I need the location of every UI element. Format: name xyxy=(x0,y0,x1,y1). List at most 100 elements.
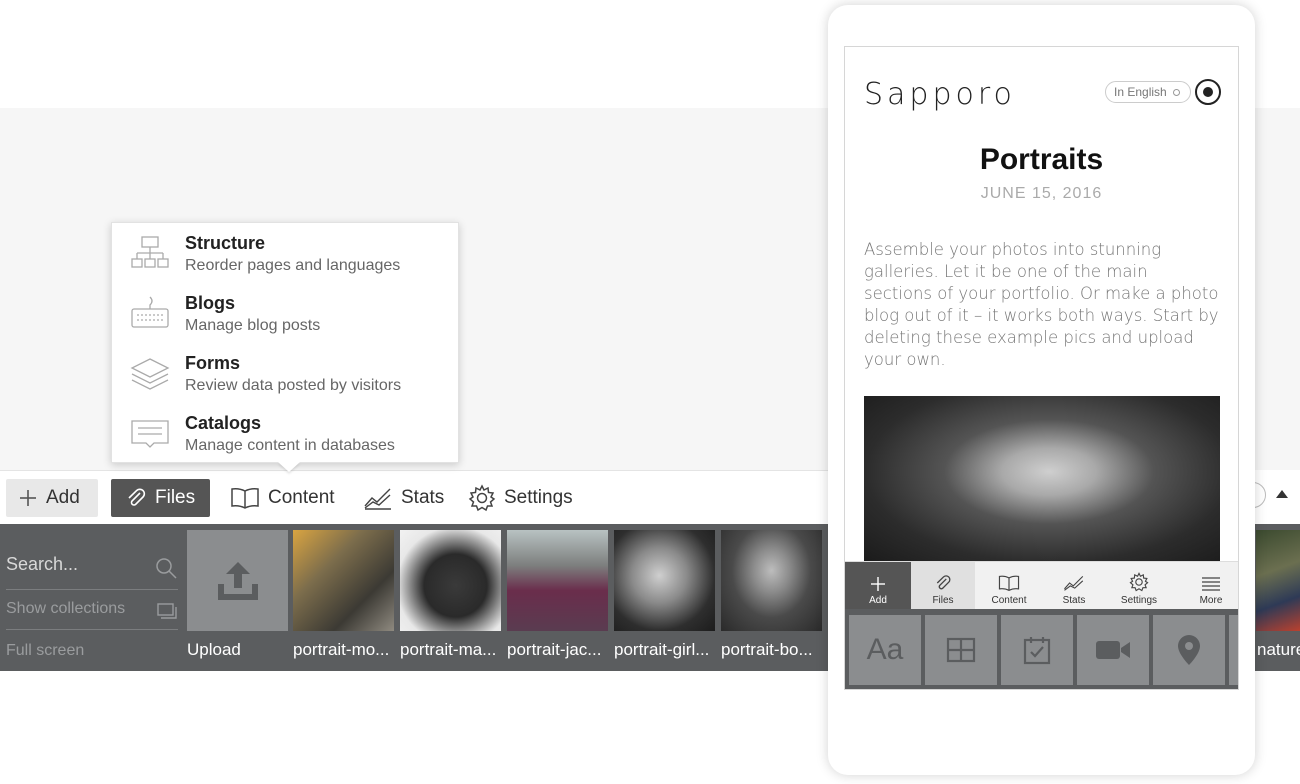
search-icon xyxy=(156,558,177,579)
editor-stage: Structure Reorder pages and languages Bl… xyxy=(0,0,1300,784)
add-button[interactable]: Add xyxy=(6,479,98,517)
file-thumbnail[interactable] xyxy=(400,530,501,631)
search-input[interactable]: Search... xyxy=(6,554,178,590)
add-label: Add xyxy=(46,487,80,508)
post-body: Assemble your photos into stunning galle… xyxy=(864,240,1219,369)
menu-item-title: Catalogs xyxy=(185,413,262,433)
post-photo xyxy=(864,396,1220,564)
video-camera-icon xyxy=(1096,641,1130,659)
menu-item-catalogs[interactable]: Catalogs Manage content in databases xyxy=(112,403,458,463)
keyboard-icon xyxy=(131,296,169,328)
phone-element-tray: Aa xyxy=(845,609,1238,689)
collapse-arrow-icon[interactable] xyxy=(1276,490,1288,498)
collections-icon xyxy=(157,603,177,619)
content-label: Content xyxy=(268,487,335,508)
file-thumbnail[interactable] xyxy=(293,530,394,631)
text-element-tile[interactable]: Aa xyxy=(849,615,921,685)
menu-item-forms[interactable]: Forms Review data posted by visitors xyxy=(112,343,458,403)
settings-button[interactable]: Settings xyxy=(468,479,573,517)
layers-icon xyxy=(130,358,170,390)
text-element-label: Aa xyxy=(866,633,904,666)
file-name: portrait-ma... xyxy=(400,640,497,659)
file-name: portrait-girl... xyxy=(614,640,710,659)
menu-item-subtitle: Review data posted by visitors xyxy=(185,377,402,394)
menu-lines-icon xyxy=(1202,577,1220,591)
show-collections-toggle[interactable]: Show collections xyxy=(6,600,178,630)
phone-more-label: More xyxy=(1199,595,1223,606)
paperclip-icon xyxy=(936,575,951,590)
stats-label: Stats xyxy=(401,487,445,508)
plus-icon xyxy=(871,577,885,591)
file-thumbnail[interactable] xyxy=(721,530,822,631)
paperclip-icon xyxy=(128,488,146,506)
file-thumbnail[interactable] xyxy=(507,530,608,631)
sitemap-icon xyxy=(131,236,169,268)
menu-item-structure[interactable]: Structure Reorder pages and languages xyxy=(112,223,458,283)
post-date: JUNE 15, 2016 xyxy=(980,185,1103,202)
phone-add-button[interactable]: Add xyxy=(845,562,911,610)
map-pin-icon xyxy=(1178,635,1200,665)
menu-item-subtitle: Reorder pages and languages xyxy=(185,257,401,274)
phone-files-button[interactable]: Files xyxy=(911,562,975,610)
file-name: portrait-mo... xyxy=(293,640,390,659)
language-switcher[interactable]: In English xyxy=(1105,81,1191,103)
calendar-check-icon xyxy=(1023,637,1051,665)
phone-preview: Sapporo In English Portraits JUNE 15, 20… xyxy=(828,5,1255,775)
language-label: In English xyxy=(1114,85,1167,99)
stats-chart-icon xyxy=(364,488,391,510)
main-toolbar: Add Files Content Stats Settings xyxy=(0,470,830,524)
files-label: Files xyxy=(155,487,196,508)
phone-content-button[interactable]: Content xyxy=(977,562,1041,610)
grid-icon xyxy=(946,637,976,663)
video-element-tile[interactable] xyxy=(1077,615,1149,685)
file-name: portrait-jac... xyxy=(507,640,602,659)
element-tile-overflow[interactable] xyxy=(1229,615,1238,685)
phone-screen: Sapporo In English Portraits JUNE 15, 20… xyxy=(844,46,1239,690)
record-icon[interactable] xyxy=(1195,79,1221,105)
search-placeholder: Search... xyxy=(6,554,79,574)
content-dropdown-menu: Structure Reorder pages and languages Bl… xyxy=(111,222,459,463)
phone-settings-label: Settings xyxy=(1120,595,1158,606)
phone-stats-button[interactable]: Stats xyxy=(1042,562,1106,610)
gallery-element-tile[interactable] xyxy=(925,615,997,685)
phone-content-label: Content xyxy=(991,595,1027,606)
phone-toolbar: Add Files Content Stats Settings More xyxy=(845,561,1238,610)
show-collections-label: Show collections xyxy=(6,600,126,617)
phone-more-button[interactable]: More xyxy=(1179,562,1238,610)
phone-settings-button[interactable]: Settings xyxy=(1107,562,1171,610)
file-name: portrait-bo... xyxy=(721,640,813,659)
menu-item-title: Blogs xyxy=(185,293,236,313)
full-screen-label: Full screen xyxy=(6,642,85,659)
catalog-card-icon xyxy=(131,420,169,448)
open-book-icon xyxy=(231,488,259,509)
file-thumbnail[interactable] xyxy=(614,530,715,631)
menu-item-subtitle: Manage content in databases xyxy=(185,437,395,454)
map-element-tile[interactable] xyxy=(1153,615,1225,685)
post-title: Portraits xyxy=(979,143,1104,176)
menu-item-title: Structure xyxy=(185,233,266,253)
content-button[interactable]: Content xyxy=(230,479,335,517)
upload-icon xyxy=(217,561,258,600)
menu-item-subtitle: Manage blog posts xyxy=(185,317,321,334)
gear-icon xyxy=(1129,572,1149,592)
full-screen-link[interactable]: Full screen xyxy=(6,642,178,660)
stats-button[interactable]: Stats xyxy=(363,479,444,517)
file-sidebar: Search... Show collections Full screen xyxy=(0,524,186,671)
phone-stats-label: Stats xyxy=(1062,595,1086,606)
stats-chart-icon xyxy=(1064,576,1084,591)
file-name: nature xyxy=(1257,640,1300,659)
file-thumbnail[interactable] xyxy=(1256,530,1300,631)
plus-icon xyxy=(20,490,36,506)
menu-item-title: Forms xyxy=(185,353,241,373)
upload-tile[interactable] xyxy=(187,530,288,631)
menu-item-blogs[interactable]: Blogs Manage blog posts xyxy=(112,283,458,343)
settings-label: Settings xyxy=(504,487,573,508)
phone-add-label: Add xyxy=(869,595,887,606)
language-dot-icon xyxy=(1172,88,1180,96)
files-button[interactable]: Files xyxy=(111,479,210,517)
site-brand[interactable]: Sapporo xyxy=(864,77,1016,112)
event-element-tile[interactable] xyxy=(1001,615,1073,685)
open-book-icon xyxy=(998,575,1020,591)
upload-label: Upload xyxy=(187,640,241,659)
phone-files-label: Files xyxy=(932,595,954,606)
